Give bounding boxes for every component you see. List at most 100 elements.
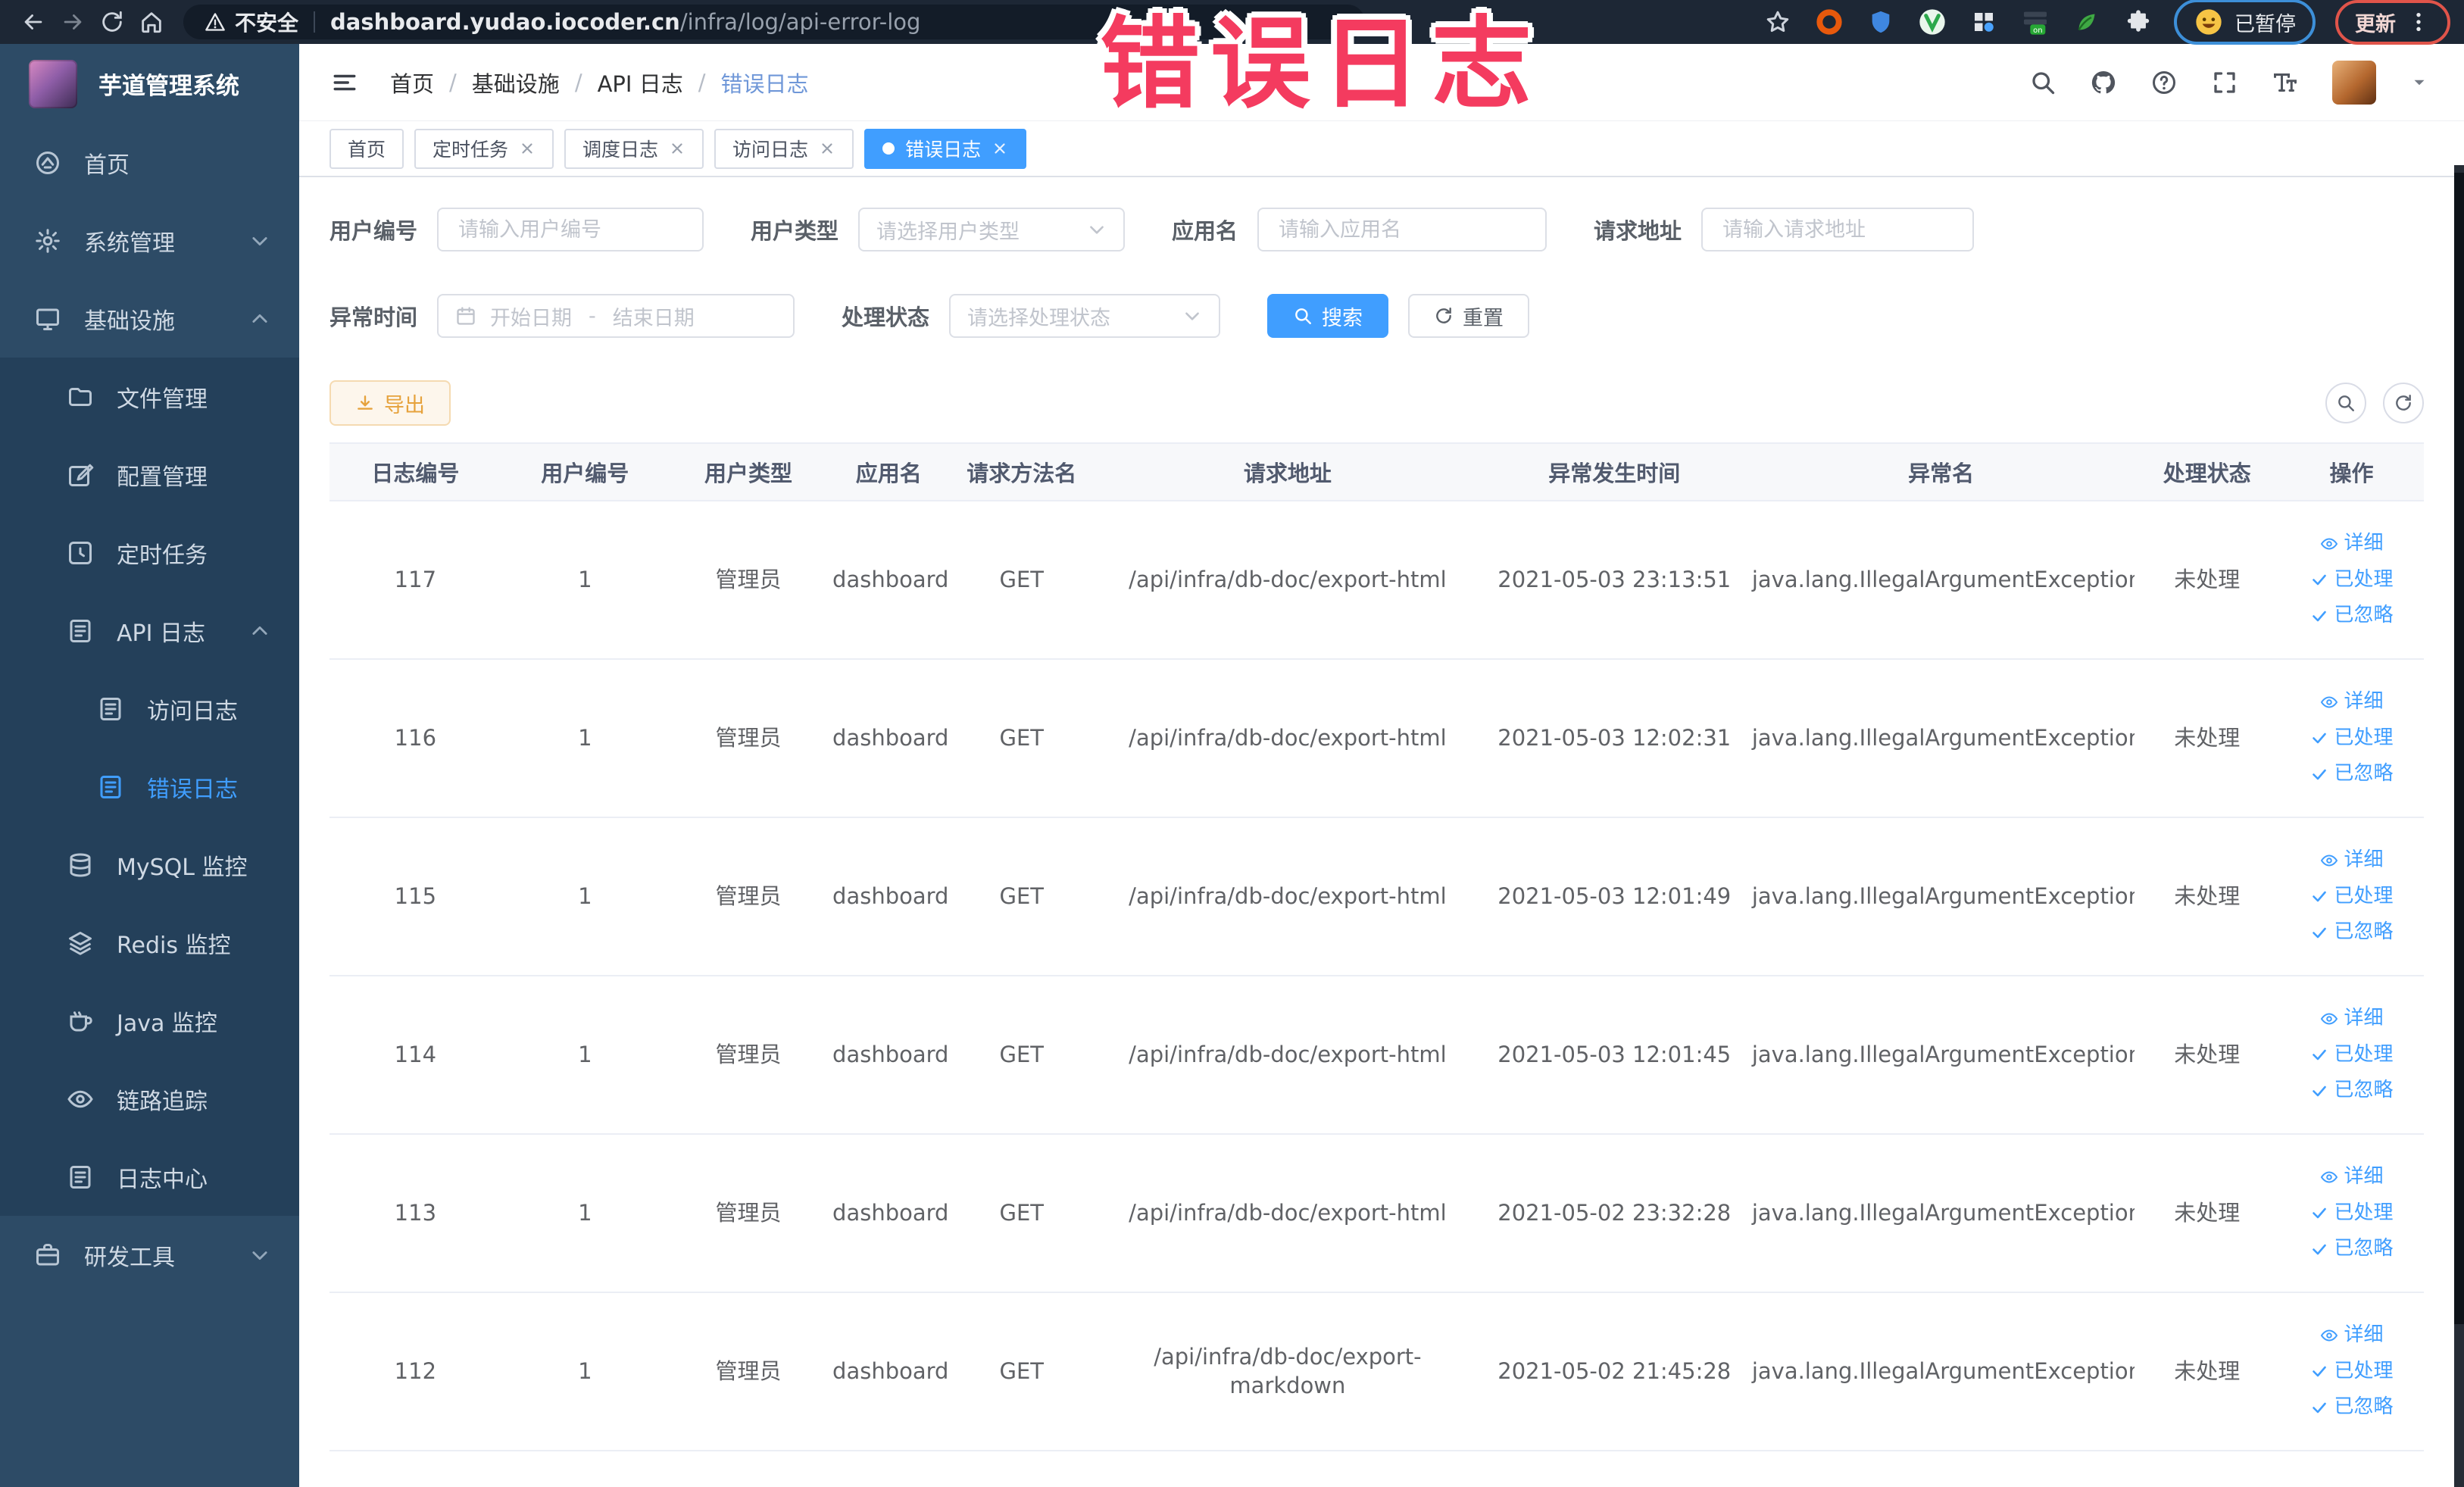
cell-actions: 详细已处理已忽略 (2279, 689, 2424, 787)
sidebar-item-log-center[interactable]: 日志中心 (0, 1138, 299, 1216)
breadcrumb-api-logs[interactable]: API 日志 (598, 67, 683, 98)
sidebar-item-dev-tools[interactable]: 研发工具 (0, 1216, 299, 1294)
action-detail-link[interactable]: 详细 (2320, 848, 2384, 873)
close-icon[interactable] (992, 140, 1008, 157)
search-icon[interactable] (2029, 69, 2056, 96)
action-detail-link[interactable]: 详细 (2320, 531, 2384, 557)
extensions-puzzle-icon[interactable] (2122, 6, 2154, 38)
bookmark-star-icon[interactable] (1762, 6, 1794, 38)
action-ignored-link[interactable]: 已忽略 (2310, 1395, 2394, 1420)
sidebar-item-api-logs[interactable]: API 日志 (0, 592, 299, 670)
action-ignored-link[interactable]: 已忽略 (2310, 920, 2394, 945)
action-processed-link[interactable]: 已处理 (2310, 567, 2394, 593)
action-ignored-link[interactable]: 已忽略 (2310, 1078, 2394, 1104)
sidebar-item-link-tracing[interactable]: 链路追踪 (0, 1060, 299, 1138)
brand-area[interactable]: 芋道管理系统 (0, 44, 299, 123)
action-ignored-link[interactable]: 已忽略 (2310, 1236, 2394, 1262)
process-status-select[interactable]: 请选择处理状态 (949, 294, 1221, 338)
sidebar-item-config-mgmt[interactable]: 配置管理 (0, 436, 299, 514)
cell-user_id: 1 (578, 1041, 592, 1067)
tab-4-active[interactable]: 错误日志 (864, 128, 1027, 169)
sidebar-item-redis-monitor[interactable]: Redis 监控 (0, 904, 299, 982)
user-id-input[interactable] (437, 208, 704, 251)
refresh-icon (1434, 306, 1454, 326)
close-icon[interactable] (669, 140, 685, 157)
scrollbar-thumb[interactable] (2454, 173, 2464, 1324)
refresh-table-button[interactable] (2383, 383, 2424, 423)
sidebar-item-java-monitor[interactable]: Java 监控 (0, 982, 299, 1060)
cell-user_type: 管理员 (715, 1357, 782, 1384)
cell-user_id: 1 (578, 724, 592, 751)
ext-blue-shield-icon[interactable] (1865, 6, 1897, 38)
user-menu-caret-icon[interactable] (2409, 73, 2429, 92)
close-icon[interactable] (819, 140, 835, 157)
sidebar-item-infrastructure[interactable]: 基础设施 (0, 280, 299, 358)
user-type-label: 用户类型 (751, 218, 839, 244)
date-range-picker[interactable]: 开始日期 - 结束日期 (437, 294, 795, 338)
action-detail-link[interactable]: 详细 (2320, 1323, 2384, 1348)
action-processed-link[interactable]: 已处理 (2310, 1042, 2394, 1068)
request-url-input[interactable] (1701, 208, 1975, 251)
browser-update-button[interactable]: 更新 (2335, 0, 2450, 45)
app-name-input[interactable] (1257, 208, 1547, 251)
sidebar-item-file-mgmt[interactable]: 文件管理 (0, 358, 299, 436)
sidebar-item-label: Java 监控 (117, 1010, 217, 1037)
sidebar-item-error-logs[interactable]: 错误日志 (0, 748, 299, 826)
action-detail-link[interactable]: 详细 (2320, 1164, 2384, 1190)
exception-time-label: 异常时间 (329, 305, 418, 330)
process-status-placeholder: 请选择处理状态 (967, 306, 1111, 330)
github-icon[interactable] (2090, 69, 2117, 96)
reset-button[interactable]: 重置 (1408, 294, 1530, 338)
tab-3[interactable]: 访问日志 (714, 128, 854, 169)
browser-back-button[interactable] (14, 2, 53, 42)
header-actions (2029, 60, 2429, 105)
sidebar-item-home[interactable]: 首页 (0, 123, 299, 201)
action-detail-link[interactable]: 详细 (2320, 1006, 2384, 1032)
close-icon[interactable] (519, 140, 536, 157)
toggle-search-button[interactable] (2325, 383, 2366, 423)
browser-menu-icon[interactable] (2406, 10, 2431, 34)
ext-orange-ring-icon[interactable] (1813, 6, 1845, 38)
tab-1[interactable]: 定时任务 (414, 128, 554, 169)
breadcrumb-home[interactable]: 首页 (390, 67, 434, 98)
export-button[interactable]: 导出 (329, 380, 451, 426)
action-label: 已处理 (2334, 726, 2394, 749)
browser-forward-button[interactable] (53, 2, 92, 42)
action-processed-link[interactable]: 已处理 (2310, 1359, 2394, 1385)
sidebar-item-label: 链路追踪 (117, 1088, 208, 1115)
sidebar-item-mysql-monitor[interactable]: MySQL 监控 (0, 826, 299, 904)
help-icon[interactable] (2150, 69, 2178, 96)
check-icon (2310, 1240, 2328, 1258)
search-button[interactable]: 搜索 (1267, 294, 1389, 338)
security-chip[interactable]: 不安全 (205, 7, 298, 37)
sidebar-toggle-icon[interactable] (329, 70, 360, 95)
download-icon (355, 393, 375, 413)
start-date-placeholder: 开始日期 (490, 306, 573, 330)
action-detail-link[interactable]: 详细 (2320, 689, 2384, 715)
sidebar-item-system-mgmt[interactable]: 系统管理 (0, 201, 299, 280)
user-type-select[interactable]: 请选择用户类型 (858, 208, 1126, 251)
tab-2[interactable]: 调度日志 (564, 128, 704, 169)
action-processed-link[interactable]: 已处理 (2310, 726, 2394, 751)
action-ignored-link[interactable]: 已忽略 (2310, 761, 2394, 787)
user-avatar[interactable] (2332, 60, 2376, 105)
ext-green-v-icon[interactable] (1916, 6, 1948, 38)
content-scrollbar[interactable] (2454, 165, 2464, 1487)
ext-grid-icon[interactable] (1968, 6, 2000, 38)
layers-icon (67, 929, 94, 957)
breadcrumb-infrastructure[interactable]: 基础设施 (472, 67, 560, 98)
sidebar-item-scheduled-jobs[interactable]: 定时任务 (0, 514, 299, 592)
ext-on-badge-icon[interactable]: on (2019, 6, 2051, 38)
fullscreen-icon[interactable] (2211, 69, 2238, 96)
browser-home-button[interactable] (132, 2, 171, 42)
profile-paused-badge[interactable]: 已暂停 (2174, 0, 2316, 45)
font-size-icon[interactable] (2272, 69, 2299, 96)
action-processed-link[interactable]: 已处理 (2310, 884, 2394, 910)
action-processed-link[interactable]: 已处理 (2310, 1201, 2394, 1226)
tab-0[interactable]: 首页 (329, 128, 404, 169)
sidebar-item-access-logs[interactable]: 访问日志 (0, 670, 299, 748)
action-ignored-link[interactable]: 已忽略 (2310, 603, 2394, 629)
cell-app: dashboard (832, 883, 949, 909)
browser-reload-button[interactable] (92, 2, 132, 42)
ext-leaf-icon[interactable] (2071, 6, 2103, 38)
